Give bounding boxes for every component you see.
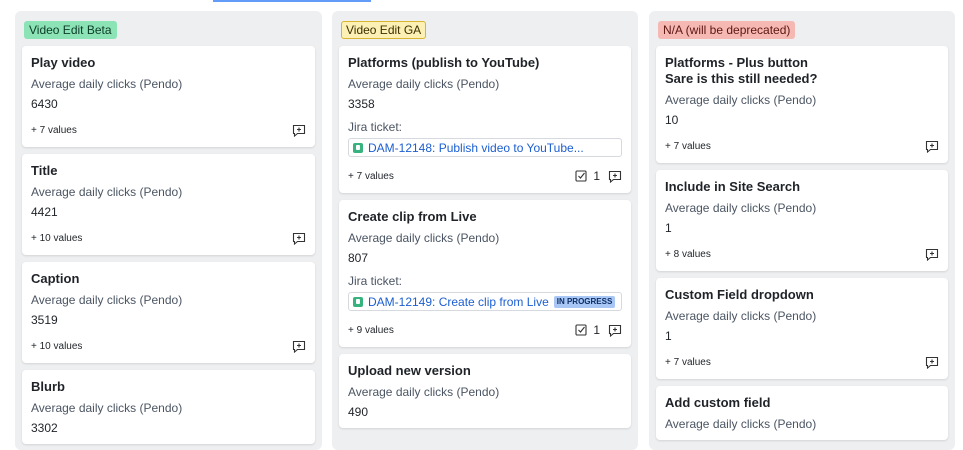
field-value: 3302 — [31, 421, 58, 435]
comment-plus-icon[interactable] — [292, 124, 306, 137]
card-footer: + 7 values — [31, 122, 306, 138]
comment-plus-icon[interactable] — [608, 170, 622, 183]
card-footer: + 10 values — [31, 338, 306, 354]
more-values-link[interactable]: + 10 values — [31, 233, 82, 244]
card-include-site-search[interactable]: Include in Site Search Average daily cli… — [656, 170, 948, 271]
jira-story-icon — [353, 296, 363, 307]
column-tag[interactable]: N/A (will be deprecated) — [658, 21, 796, 39]
card-title: Create clip from Live — [348, 209, 477, 224]
card-platforms-publish[interactable]: Platforms (publish to YouTube) Average d… — [339, 46, 631, 193]
field-label: Average daily clicks (Pendo) — [665, 93, 817, 107]
card-footer: + 9 values 1 — [348, 322, 622, 338]
card-title: Play video — [31, 55, 96, 70]
jira-ticket[interactable]: DAM-12149: Create clip from Live IN PROG… — [348, 292, 622, 311]
more-values-link[interactable]: + 7 values — [665, 141, 711, 152]
field-label: Average daily clicks (Pendo) — [31, 293, 183, 307]
jira-story-icon — [353, 142, 363, 153]
card-title: Title — [31, 163, 58, 178]
card-add-custom-field[interactable]: Add custom field Average daily clicks (P… — [656, 386, 948, 440]
comment-plus-icon[interactable] — [925, 248, 939, 261]
field-value: 3519 — [31, 313, 58, 327]
field-label: Average daily clicks (Pendo) — [665, 309, 817, 323]
column-tag[interactable]: Video Edit GA — [341, 21, 427, 39]
jira-ticket[interactable]: DAM-12148: Publish video to YouTube... — [348, 138, 622, 157]
more-values-link[interactable]: + 10 values — [31, 341, 82, 352]
column-video-edit-ga: Video Edit GA Platforms (publish to YouT… — [332, 11, 638, 450]
card-footer: + 7 values — [665, 138, 939, 154]
checklist-count[interactable]: 1 — [575, 169, 600, 183]
more-values-link[interactable]: + 9 values — [348, 325, 394, 336]
field-label: Average daily clicks (Pendo) — [31, 401, 183, 415]
comment-plus-icon[interactable] — [608, 324, 622, 337]
card-blurb[interactable]: Blurb Average daily clicks (Pendo) 3302 — [22, 370, 315, 444]
field-label: Average daily clicks (Pendo) — [348, 385, 500, 399]
column-tag[interactable]: Video Edit Beta — [24, 21, 117, 39]
card-footer: + 7 values — [665, 354, 939, 370]
card-caption[interactable]: Caption Average daily clicks (Pendo) 351… — [22, 262, 315, 363]
card-custom-field-dropdown[interactable]: Custom Field dropdown Average daily clic… — [656, 278, 948, 379]
comment-plus-icon[interactable] — [292, 232, 306, 245]
top-scroll-indicator — [213, 0, 371, 2]
status-badge: IN PROGRESS — [553, 295, 616, 308]
card-play-video[interactable]: Play video Average daily clicks (Pendo) … — [22, 46, 315, 147]
field-value: 1 — [665, 329, 672, 343]
jira-link[interactable]: DAM-12149: Create clip from Live — [368, 295, 549, 309]
comment-plus-icon[interactable] — [925, 140, 939, 153]
comment-plus-icon[interactable] — [292, 340, 306, 353]
checkbox-icon — [575, 324, 587, 336]
jira-label: Jira ticket: — [348, 120, 403, 134]
card-title-field[interactable]: Title Average daily clicks (Pendo) 4421 … — [22, 154, 315, 255]
field-label: Average daily clicks (Pendo) — [348, 231, 500, 245]
column-deprecated: N/A (will be deprecated) Platforms - Plu… — [649, 11, 955, 450]
column-video-edit-beta: Video Edit Beta Play video Average daily… — [15, 11, 322, 450]
field-value: 10 — [665, 113, 679, 127]
field-value: 6430 — [31, 97, 58, 111]
card-title: Add custom field — [665, 395, 771, 410]
field-value: 3358 — [348, 97, 375, 111]
card-title-line2: Sare is this still needed? — [665, 71, 818, 86]
field-label: Average daily clicks (Pendo) — [31, 185, 183, 199]
card-title: Platforms - Plus button — [665, 55, 808, 70]
field-value: 807 — [348, 251, 369, 265]
card-title: Custom Field dropdown — [665, 287, 814, 302]
card-footer: + 7 values 1 — [348, 168, 622, 184]
card-footer: + 10 values — [31, 230, 306, 246]
comment-plus-icon[interactable] — [925, 356, 939, 369]
card-footer: + 8 values — [665, 246, 939, 262]
checklist-count-value: 1 — [593, 169, 600, 183]
card-title: Blurb — [31, 379, 65, 394]
field-value: 4421 — [31, 205, 58, 219]
field-label: Average daily clicks (Pendo) — [31, 77, 183, 91]
more-values-link[interactable]: + 7 values — [665, 357, 711, 368]
card-create-clip[interactable]: Create clip from Live Average daily clic… — [339, 200, 631, 347]
card-upload-new-version[interactable]: Upload new version Average daily clicks … — [339, 354, 631, 428]
checklist-count[interactable]: 1 — [575, 323, 600, 337]
card-platforms-plus-button[interactable]: Platforms - Plus button Sare is this sti… — [656, 46, 948, 163]
field-label: Average daily clicks (Pendo) — [348, 77, 500, 91]
jira-link[interactable]: DAM-12148: Publish video to YouTube... — [368, 141, 584, 155]
field-label: Average daily clicks (Pendo) — [665, 417, 817, 431]
field-value: 1 — [665, 221, 672, 235]
card-title: Platforms (publish to YouTube) — [348, 55, 540, 70]
more-values-link[interactable]: + 8 values — [665, 249, 711, 260]
card-title: Upload new version — [348, 363, 471, 378]
checklist-count-value: 1 — [593, 323, 600, 337]
more-values-link[interactable]: + 7 values — [31, 125, 77, 136]
card-title: Caption — [31, 271, 80, 286]
jira-label: Jira ticket: — [348, 274, 403, 288]
more-values-link[interactable]: + 7 values — [348, 171, 394, 182]
checkbox-icon — [575, 170, 587, 182]
field-label: Average daily clicks (Pendo) — [665, 201, 817, 215]
field-value: 490 — [348, 405, 369, 419]
card-title: Include in Site Search — [665, 179, 801, 194]
